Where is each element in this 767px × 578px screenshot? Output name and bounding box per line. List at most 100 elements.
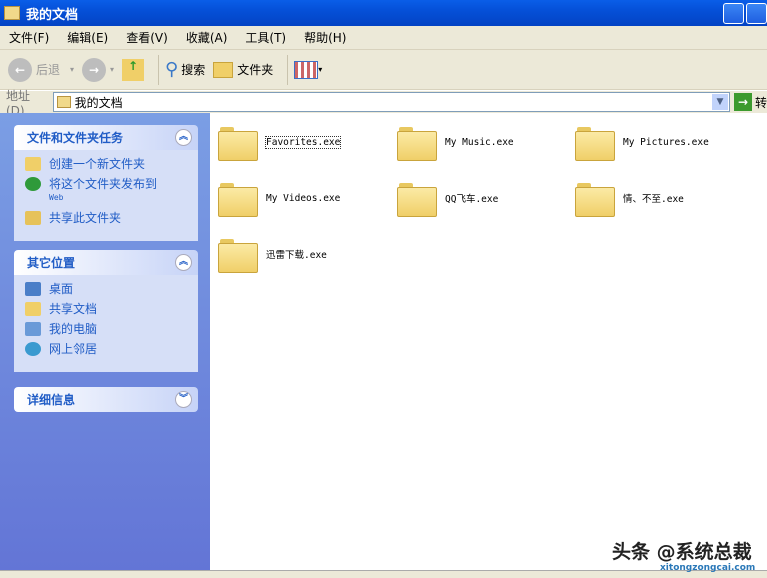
folder-icon xyxy=(218,237,258,273)
publish-web-icon xyxy=(25,177,41,191)
folders-button[interactable]: 文件夹 xyxy=(213,61,273,78)
views-button[interactable]: ▾ xyxy=(294,60,323,79)
file-label: My Pictures.exe xyxy=(623,136,709,148)
folder-icon xyxy=(397,125,437,161)
task-label: 将这个文件夹发布到 xyxy=(49,177,158,191)
go-arrow-icon[interactable]: → xyxy=(734,93,752,111)
search-label: 搜索 xyxy=(181,63,206,77)
search-icon: ⚲ xyxy=(165,59,179,80)
views-dropdown-icon: ▾ xyxy=(318,65,323,74)
file-item[interactable]: QQ飞车.exe xyxy=(397,181,499,217)
address-input[interactable]: 我的文档 ▼ xyxy=(52,92,730,112)
status-bar xyxy=(0,570,767,578)
menu-help[interactable]: 帮助(H) xyxy=(295,29,355,46)
file-folder-tasks-panel: 文件和文件夹任务 ︽ 创建一个新文件夹 将这个文件夹发布到 Web 共享此文件夹 xyxy=(14,125,198,241)
task-new-folder[interactable]: 创建一个新文件夹 xyxy=(25,157,190,171)
title-bar: 我的文档 xyxy=(0,0,767,26)
folder-icon xyxy=(218,125,258,161)
menu-bar: 文件(F) 编辑(E) 查看(V) 收藏(A) 工具(T) 帮助(H) xyxy=(0,26,767,50)
place-shared-documents[interactable]: 共享文档 xyxy=(25,302,190,316)
minimize-button[interactable] xyxy=(723,3,744,24)
forward-button[interactable]: → ▾ xyxy=(82,57,115,82)
watermark-url: xitongzongcai.com xyxy=(660,563,756,573)
back-button[interactable]: ← 后退 ▾ xyxy=(8,57,74,82)
computer-icon xyxy=(25,322,41,336)
place-label: 网上邻居 xyxy=(49,342,98,356)
toolbar: ← 后退 ▾ → ▾ ↑ ⚲ 搜索 文件夹 ▾ xyxy=(0,50,767,90)
file-label: 迅雷下载.exe xyxy=(266,250,327,261)
file-item[interactable]: 迅雷下载.exe xyxy=(218,237,327,273)
panel-header[interactable]: 文件和文件夹任务 ︽ xyxy=(14,125,198,150)
panel-title: 文件和文件夹任务 xyxy=(27,131,124,145)
window-title: 我的文档 xyxy=(26,7,79,23)
menu-file[interactable]: 文件(F) xyxy=(0,29,58,46)
forward-arrow-icon: → xyxy=(82,57,107,82)
maximize-button[interactable] xyxy=(746,3,767,24)
task-share-folder[interactable]: 共享此文件夹 xyxy=(25,211,190,225)
go-button[interactable]: 转 xyxy=(755,94,767,111)
folder-up-icon: ↑ xyxy=(122,58,145,81)
network-icon xyxy=(25,342,41,356)
back-arrow-icon: ← xyxy=(8,57,32,82)
address-bar: 地址(D) 我的文档 ▼ → 转 xyxy=(0,89,767,118)
file-item[interactable]: 情、不至.exe xyxy=(575,181,684,217)
panel-title: 详细信息 xyxy=(27,393,76,407)
collapse-chevron-icon[interactable]: ︽ xyxy=(175,129,192,146)
address-value: 我的文档 xyxy=(74,95,123,110)
task-label: 创建一个新文件夹 xyxy=(49,157,146,171)
other-places-panel: 其它位置 ︽ 桌面 共享文档 我的电脑 网上邻居 xyxy=(14,250,198,372)
folder-icon xyxy=(25,302,41,316)
place-label: 我的电脑 xyxy=(49,322,98,336)
file-item[interactable]: Favorites.exe xyxy=(218,125,342,161)
file-list: Favorites.exe My Music.exe My Pictures.e… xyxy=(210,113,767,570)
menu-view[interactable]: 查看(V) xyxy=(117,29,177,46)
menu-tools[interactable]: 工具(T) xyxy=(236,29,295,46)
folder-icon xyxy=(218,181,258,217)
my-documents-icon xyxy=(56,96,71,108)
panel-title: 其它位置 xyxy=(27,256,76,270)
file-label: My Videos.exe xyxy=(266,192,341,204)
task-label-web: Web xyxy=(49,193,64,202)
file-item[interactable]: My Music.exe xyxy=(397,125,514,161)
views-icon xyxy=(294,60,319,79)
collapse-chevron-icon[interactable]: ︽ xyxy=(175,254,192,271)
folder-icon xyxy=(575,181,615,217)
task-pane: 文件和文件夹任务 ︽ 创建一个新文件夹 将这个文件夹发布到 Web 共享此文件夹 其… xyxy=(0,113,210,570)
file-label: QQ飞车.exe xyxy=(445,194,499,205)
place-my-computer[interactable]: 我的电脑 xyxy=(25,322,190,336)
file-label: Favorites.exe xyxy=(264,135,342,149)
place-label: 共享文档 xyxy=(49,302,98,316)
folder-icon xyxy=(397,181,437,217)
file-label: 情、不至.exe xyxy=(623,194,684,205)
panel-header[interactable]: 详细信息 ︾ xyxy=(14,387,198,412)
address-dropdown-icon[interactable]: ▼ xyxy=(712,94,728,110)
search-button[interactable]: ⚲ 搜索 xyxy=(165,59,205,80)
folders-icon xyxy=(213,61,234,78)
toolbar-separator xyxy=(287,54,289,85)
menu-edit[interactable]: 编辑(E) xyxy=(58,29,117,46)
folder-icon xyxy=(575,125,615,161)
task-label: 共享此文件夹 xyxy=(49,211,122,225)
up-button[interactable]: ↑ xyxy=(122,58,145,81)
watermark: 头条 @系统总裁 xyxy=(612,541,752,563)
file-label: My Music.exe xyxy=(445,136,514,148)
place-desktop[interactable]: 桌面 xyxy=(25,282,190,296)
place-label: 桌面 xyxy=(49,282,74,296)
panel-header[interactable]: 其它位置 ︽ xyxy=(14,250,198,275)
expand-chevron-icon[interactable]: ︾ xyxy=(175,391,192,408)
place-network[interactable]: 网上邻居 xyxy=(25,342,190,356)
toolbar-separator xyxy=(158,54,160,85)
file-item[interactable]: My Pictures.exe xyxy=(575,125,709,161)
task-publish-web[interactable]: 将这个文件夹发布到 Web xyxy=(25,177,190,205)
folders-label: 文件夹 xyxy=(237,63,274,77)
back-dropdown-icon[interactable]: ▾ xyxy=(70,65,74,74)
file-item[interactable]: My Videos.exe xyxy=(218,181,341,217)
new-folder-icon xyxy=(25,157,41,171)
menu-favorites[interactable]: 收藏(A) xyxy=(177,29,237,46)
desktop-icon xyxy=(25,282,41,296)
back-label: 后退 xyxy=(36,63,61,77)
share-folder-icon xyxy=(25,211,41,225)
my-documents-icon xyxy=(4,6,20,20)
forward-dropdown-icon: ▾ xyxy=(110,65,115,74)
details-panel: 详细信息 ︾ xyxy=(14,387,198,412)
